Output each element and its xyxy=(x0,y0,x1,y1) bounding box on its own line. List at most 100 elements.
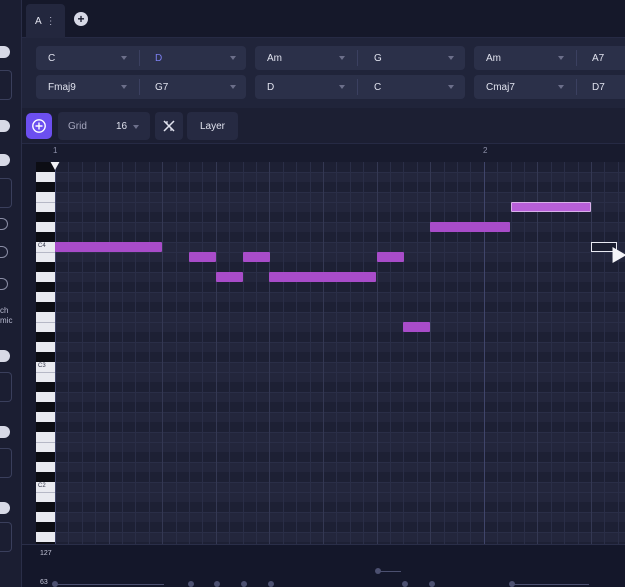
side-radio[interactable] xyxy=(0,246,8,258)
side-control[interactable] xyxy=(0,522,12,552)
side-label: mic xyxy=(0,316,13,325)
grid-row-dark xyxy=(55,352,625,362)
black-key[interactable] xyxy=(36,232,55,242)
side-control[interactable] xyxy=(0,70,12,100)
velocity-handle[interactable] xyxy=(214,581,220,587)
side-knob[interactable] xyxy=(0,120,10,132)
velocity-handle[interactable] xyxy=(402,581,408,587)
midi-note[interactable] xyxy=(403,322,430,332)
chevron-down-icon[interactable] xyxy=(121,56,127,60)
grid-column-line xyxy=(350,162,351,544)
black-key[interactable] xyxy=(36,452,55,462)
black-key[interactable] xyxy=(36,422,55,432)
side-knob[interactable] xyxy=(0,46,10,58)
midi-note[interactable] xyxy=(243,252,270,262)
note-grid[interactable] xyxy=(55,162,625,544)
midi-note[interactable] xyxy=(269,272,376,282)
chevron-down-icon[interactable] xyxy=(558,85,564,89)
black-key[interactable] xyxy=(36,212,55,222)
side-knob[interactable] xyxy=(0,502,10,514)
grid-column-line xyxy=(189,162,190,544)
velocity-lane[interactable]: 127 63 xyxy=(22,544,625,587)
kebab-icon[interactable]: ⋮ xyxy=(46,16,56,27)
chevron-down-icon[interactable] xyxy=(230,85,236,89)
chord-name: Fmaj9 xyxy=(48,81,76,93)
velocity-stem xyxy=(379,571,401,572)
chord-slot[interactable]: Am G xyxy=(255,46,465,70)
midi-note[interactable] xyxy=(55,242,162,252)
grid-row-line xyxy=(55,292,625,293)
key-label-c2: C2 xyxy=(38,483,46,489)
grid-column-line xyxy=(122,162,123,544)
divider xyxy=(139,50,140,66)
velocity-handle[interactable] xyxy=(509,581,515,587)
velocity-handle[interactable] xyxy=(375,568,381,574)
midi-note[interactable] xyxy=(189,252,216,262)
chevron-down-icon[interactable] xyxy=(448,56,454,60)
side-toggle[interactable] xyxy=(0,278,8,290)
chord-slot[interactable]: Fmaj9 G7 xyxy=(36,75,246,99)
tab-a[interactable]: A ⋮ xyxy=(26,4,65,38)
chord-slot[interactable]: C D xyxy=(36,46,246,70)
divider xyxy=(357,50,358,66)
layer-button[interactable]: Layer xyxy=(187,112,238,140)
chevron-down-icon[interactable] xyxy=(230,56,236,60)
black-key[interactable] xyxy=(36,382,55,392)
black-key[interactable] xyxy=(36,472,55,482)
black-key[interactable] xyxy=(36,352,55,362)
midi-note[interactable] xyxy=(430,222,510,232)
black-key[interactable] xyxy=(36,302,55,312)
side-control[interactable] xyxy=(0,448,12,478)
grid-row-line xyxy=(55,342,625,343)
grid-row-line xyxy=(55,432,625,433)
grid-column-line xyxy=(363,162,364,544)
grid-row-line xyxy=(55,532,625,533)
key-divider xyxy=(36,252,55,253)
grid-column-line xyxy=(551,162,552,544)
chevron-down-icon[interactable] xyxy=(339,85,345,89)
side-radio[interactable] xyxy=(0,218,8,230)
velocity-stem xyxy=(54,584,164,585)
velocity-handle[interactable] xyxy=(52,581,58,587)
chord-name: C xyxy=(374,81,382,93)
chevron-down-icon[interactable] xyxy=(121,85,127,89)
chevron-down-icon[interactable] xyxy=(448,85,454,89)
black-key[interactable] xyxy=(36,402,55,412)
black-key[interactable] xyxy=(36,182,55,192)
chord-slot[interactable]: Am A7 xyxy=(474,46,625,70)
side-knob[interactable] xyxy=(0,426,10,438)
chord-slot[interactable]: Cmaj7 D7 xyxy=(474,75,625,99)
black-key[interactable] xyxy=(36,502,55,512)
grid-column-line xyxy=(216,162,217,544)
sparkle-plus-icon xyxy=(32,119,46,133)
grid-select[interactable]: Grid 16 xyxy=(58,112,150,140)
midi-note[interactable] xyxy=(511,202,591,212)
piano-keyboard[interactable]: C4 C3 C2 xyxy=(36,162,55,544)
velocity-handle[interactable] xyxy=(241,581,247,587)
timeline-ruler[interactable]: 1 2 xyxy=(22,144,625,162)
midi-note[interactable] xyxy=(216,272,243,282)
bar-number: 1 xyxy=(53,146,58,155)
velocity-handle[interactable] xyxy=(268,581,274,587)
black-key[interactable] xyxy=(36,332,55,342)
midi-note[interactable] xyxy=(377,252,404,262)
black-key[interactable] xyxy=(36,262,55,272)
add-tab-button[interactable]: + xyxy=(74,12,88,26)
key-label-c4: C4 xyxy=(38,243,46,249)
side-knob[interactable] xyxy=(0,154,10,166)
key-divider xyxy=(36,492,55,493)
chevron-down-icon[interactable] xyxy=(558,56,564,60)
black-key[interactable] xyxy=(36,282,55,292)
velocity-handle[interactable] xyxy=(429,581,435,587)
plus-icon: + xyxy=(77,12,85,26)
playhead-marker[interactable] xyxy=(50,162,60,170)
chevron-down-icon[interactable] xyxy=(339,56,345,60)
side-knob[interactable] xyxy=(0,350,10,362)
chord-slot[interactable]: D C xyxy=(255,75,465,99)
velocity-handle[interactable] xyxy=(188,581,194,587)
black-key[interactable] xyxy=(36,522,55,532)
side-control[interactable] xyxy=(0,372,12,402)
side-control[interactable] xyxy=(0,178,12,208)
magic-button[interactable] xyxy=(26,113,52,139)
quantize-button[interactable] xyxy=(155,112,183,140)
